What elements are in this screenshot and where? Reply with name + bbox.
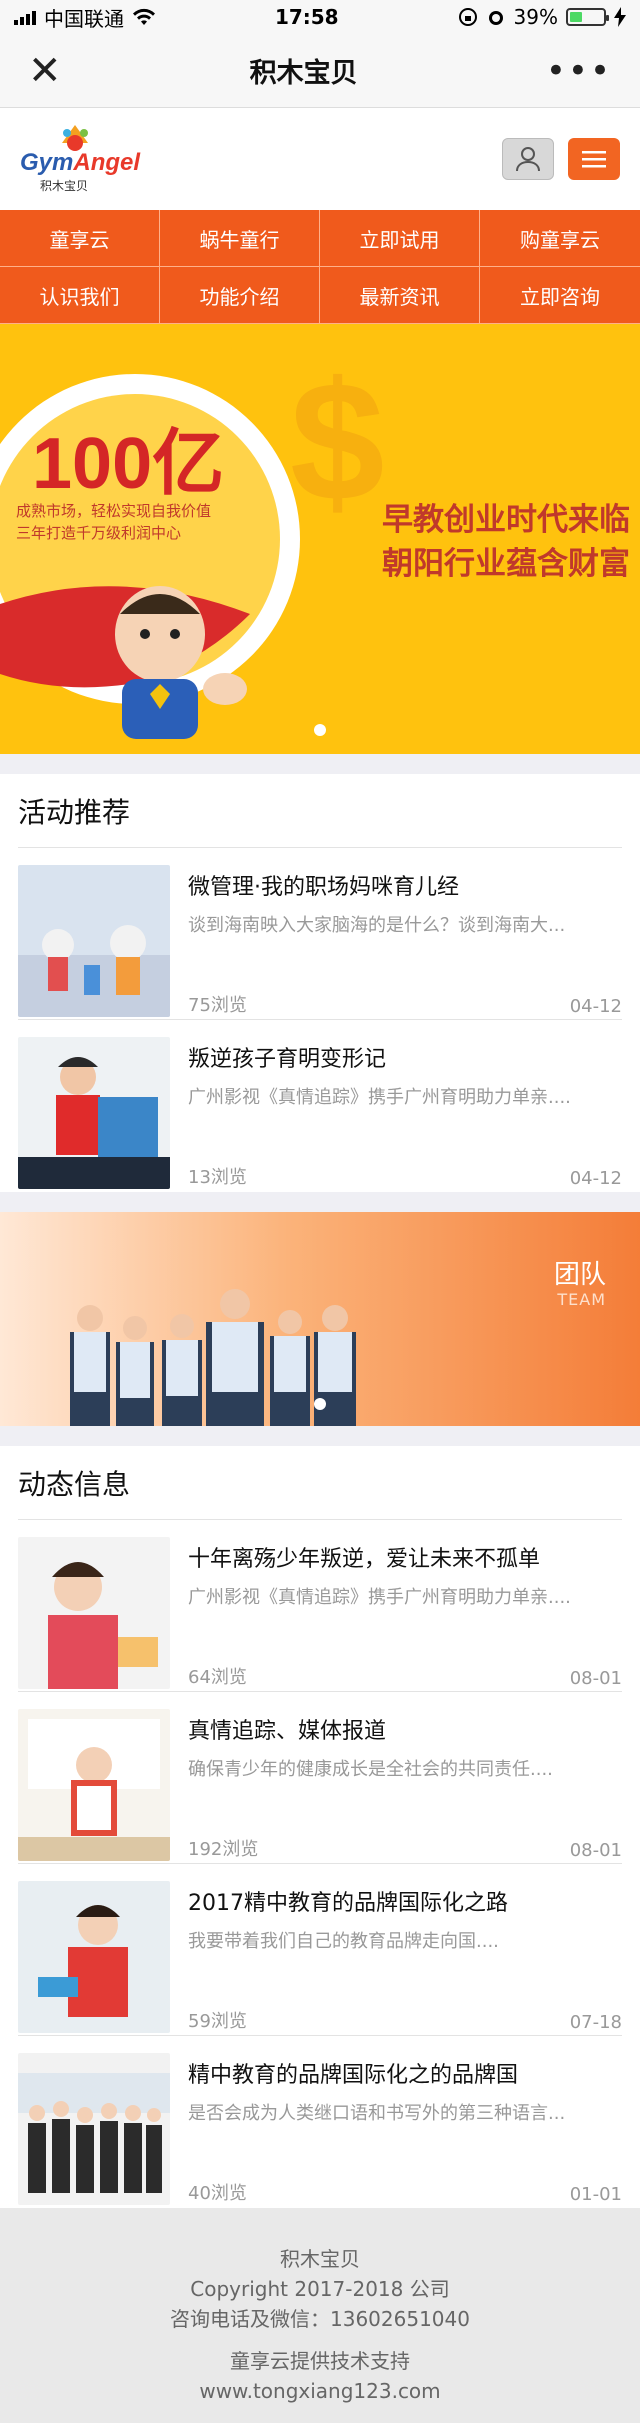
item-date: 08-01 [569,1840,622,1861]
list-item[interactable]: 真情追踪、媒体报道 确保青少年的健康成长是全社会的共同责任.... 192浏览 … [18,1692,622,1864]
wifi-icon [133,8,155,26]
carousel-dot[interactable] [314,1398,326,1410]
list-item[interactable]: 2017精中教育的品牌国际化之路 我要带着我们自己的教育品牌走向国.... 59… [18,1864,622,2036]
banner-slogan-2: 朝阳行业蕴含财富 [382,546,630,582]
menu-item-tongxiangyun[interactable]: 童享云 [0,210,160,267]
footer-support: 童享云提供技术支持 [230,2349,410,2373]
view-count: 64浏览 [188,1667,247,1688]
signal-icon [14,9,36,25]
logo[interactable]: GymAngel 积木宝贝 [20,119,140,199]
item-title: 十年离殇少年叛逆，爱让未来不孤单 [188,1547,541,1572]
menu-item-buy[interactable]: 购童享云 [480,210,640,267]
battery-percent: 39% [513,5,558,29]
hero-banner[interactable]: $ 100亿 成熟市场，轻松实现自我价值 三年打造千万级利润中心 早教创业时代来… [0,324,640,754]
menu-grid: 童享云 蜗牛童行 立即试用 购童享云 认识我们 功能介绍 最新资讯 立即咨询 [0,210,640,324]
view-count: 75浏览 [188,995,247,1016]
item-title: 精中教育的品牌国际化之的品牌国 [188,2063,519,2088]
banner-tagline-2: 三年打造千万级利润中心 [16,524,182,542]
list-item[interactable]: 十年离殇少年叛逆，爱让未来不孤单 广州影视《真情追踪》携手广州育明助力单亲...… [18,1520,622,1692]
footer-copyright: Copyright 2017-2018 公司 [190,2277,450,2301]
clock: 17:58 [274,5,339,29]
team-label: 团队 [553,1260,606,1290]
menu-item-consult[interactable]: 立即咨询 [480,267,640,324]
close-icon[interactable]: ✕ [28,51,62,91]
more-icon[interactable]: ••• [546,51,612,91]
carrier-label: 中国联通 [44,6,124,31]
item-date: 07-18 [569,2012,622,2033]
dollar-sign-decoration: $ [290,347,385,537]
thumbnail-image [18,865,170,1017]
thumbnail-image [18,1037,170,1189]
lock-rotation-icon [458,8,477,26]
banner-headline: 100亿 [32,424,225,504]
banner-tagline-1: 成熟市场，轻松实现自我价值 [16,502,212,520]
superhero-kid-image [115,586,247,739]
logo-text-b: Angel [73,149,141,176]
item-desc: 谈到海南映入大家脑海的是什么？谈到海南大... [188,915,566,936]
list-item[interactable]: 微管理·我的职场妈咪育儿经 谈到海南映入大家脑海的是什么？谈到海南大... 75… [18,848,622,1020]
thumbnail-image [18,1881,170,2033]
section-title: 活动推荐 [18,774,622,848]
site-footer: 积木宝贝 Copyright 2017-2018 公司 咨询电话及微信：1360… [0,2208,640,2423]
thumbnail-image [18,2053,170,2205]
team-label-en: TEAM [557,1290,606,1309]
alarm-icon [488,11,503,25]
logo-subtitle: 积木宝贝 [40,179,89,193]
news-section: 动态信息 十年离殇少年叛逆，爱让未来不孤单 广州影视《真情追踪》携手广州育明助力… [0,1446,640,2208]
item-desc: 是否会成为人类继口语和书写外的第三种语言... [188,2103,566,2124]
logo-text-a: Gym [20,149,74,176]
item-date: 04-12 [569,1168,622,1189]
footer-contact: 咨询电话及微信：13602651040 [170,2307,470,2331]
menu-item-woniu[interactable]: 蜗牛童行 [160,210,320,267]
menu-button[interactable] [568,138,620,180]
activities-section: 活动推荐 微管理·我的职场妈咪育儿经 谈到海南映入大家脑海的是什么？谈到海南大.… [0,774,640,1192]
item-title: 真情追踪、媒体报道 [188,1719,387,1744]
list-item[interactable]: 精中教育的品牌国际化之的品牌国 是否会成为人类继口语和书写外的第三种语言... … [18,2036,622,2208]
user-button[interactable] [502,138,554,180]
hamburger-icon [582,151,606,168]
item-date: 04-12 [569,996,622,1017]
status-bar: 中国联通 17:58 39% [0,0,640,34]
view-count: 192浏览 [188,1839,259,1860]
item-desc: 广州影视《真情追踪》携手广州育明助力单亲.... [188,1087,571,1108]
item-title: 微管理·我的职场妈咪育儿经 [188,875,459,900]
view-count: 13浏览 [188,1167,247,1188]
view-count: 59浏览 [188,2011,247,2032]
carousel-dot[interactable] [314,724,326,736]
menu-item-try[interactable]: 立即试用 [320,210,480,267]
user-icon [516,147,540,172]
thumbnail-image [18,1537,170,1689]
list-item[interactable]: 叛逆孩子育明变形记 广州影视《真情追踪》携手广州育明助力单亲.... 13浏览 … [18,1020,622,1192]
footer-name: 积木宝贝 [280,2247,360,2271]
team-banner[interactable]: 团队 TEAM [0,1212,640,1426]
menu-item-news[interactable]: 最新资讯 [320,267,480,324]
section-title: 动态信息 [18,1446,622,1520]
site-header: GymAngel 积木宝贝 [0,108,640,210]
item-desc: 确保青少年的健康成长是全社会的共同责任.... [188,1759,553,1780]
item-date: 08-01 [569,1668,622,1689]
menu-item-about[interactable]: 认识我们 [0,267,160,324]
charging-icon [614,7,626,27]
item-desc: 广州影视《真情追踪》携手广州育明助力单亲.... [188,1587,571,1608]
item-title: 叛逆孩子育明变形记 [188,1047,387,1072]
footer-site-link[interactable]: www.tongxiang123.com [0,2376,640,2406]
view-count: 40浏览 [188,2183,247,2204]
battery-icon [566,8,609,26]
item-title: 2017精中教育的品牌国际化之路 [188,1891,508,1916]
item-date: 01-01 [569,2184,622,2205]
thumbnail-image [18,1709,170,1861]
banner-slogan-1: 早教创业时代来临 [382,502,630,538]
nav-bar: ✕ 积木宝贝 ••• [0,34,640,108]
menu-item-features[interactable]: 功能介绍 [160,267,320,324]
item-desc: 我要带着我们自己的教育品牌走向国.... [188,1931,499,1952]
page-title: 积木宝贝 [249,58,358,89]
